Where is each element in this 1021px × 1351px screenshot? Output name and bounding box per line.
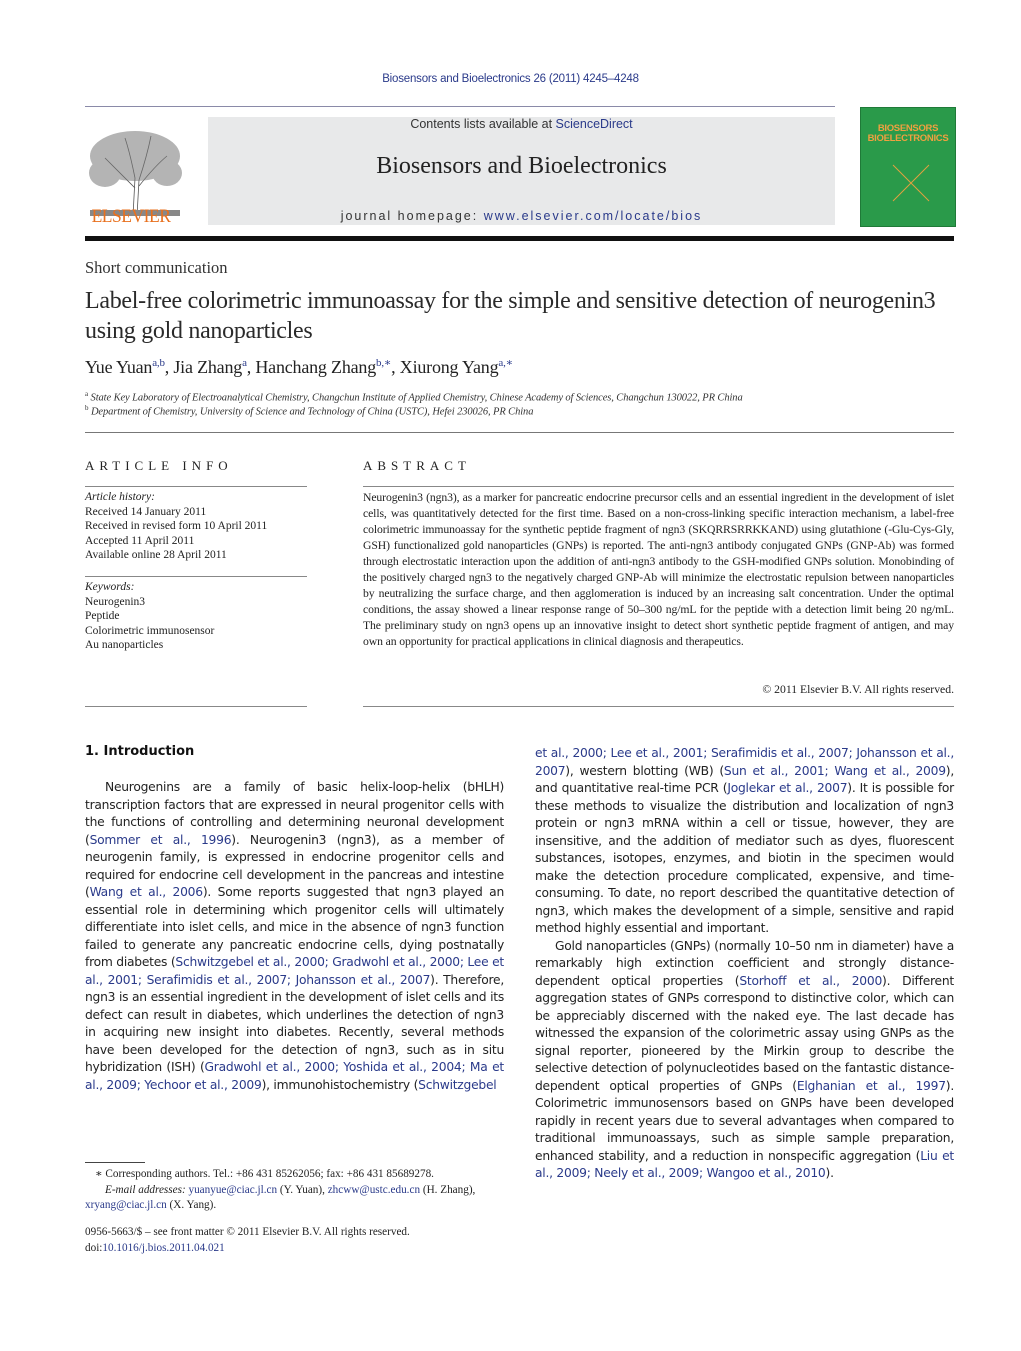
- body-column-left: Neurogenins are a family of basic helix-…: [85, 779, 504, 1094]
- article-history: Article history: Received 14 January 201…: [85, 490, 267, 563]
- elsevier-wordmark[interactable]: ELSEVIER: [85, 206, 177, 228]
- article-type: Short communication: [85, 258, 228, 277]
- author-name[interactable]: Hanchang Zhang: [255, 357, 376, 377]
- intro-paragraph-1: Neurogenins are a family of basic helix-…: [85, 780, 504, 1092]
- abstract-text: Neurogenin3 (ngn3), as a marker for panc…: [363, 491, 954, 648]
- history-item: Received 14 January 2011: [85, 505, 207, 518]
- citation-link[interactable]: Wang et al., 2006: [90, 885, 204, 899]
- issn-doi-block: 0956-5663/$ – see front matter © 2011 El…: [85, 1225, 515, 1256]
- introduction-heading: 1. Introduction: [85, 744, 195, 759]
- keyword-item: Au nanoparticles: [85, 639, 164, 652]
- contents-prefix: Contents lists available at: [410, 117, 556, 131]
- author-name[interactable]: Xiurong Yang: [400, 357, 499, 377]
- keywords: Keywords: Neurogenin3 Peptide Colorimetric…: [85, 580, 214, 653]
- header-divider: [85, 106, 835, 107]
- citation-link[interactable]: Storhoff et al., 2000: [739, 974, 882, 988]
- article-info-bottom-rule: [85, 706, 307, 707]
- author-name[interactable]: Yue Yuan: [85, 357, 152, 377]
- history-item: Accepted 11 April 2011: [85, 534, 195, 547]
- section-divider: [85, 432, 954, 433]
- intro-paragraph-2: Gold nanoparticles (GNPs) (normally 10–5…: [535, 938, 955, 1181]
- author-list: Yue Yuana,b, Jia Zhanga, Hanchang Zhangb…: [85, 356, 513, 378]
- affiliation-mark: a: [85, 390, 89, 398]
- header-thick-rule: [85, 236, 954, 241]
- author-affiliation-mark[interactable]: b,∗: [376, 357, 391, 369]
- keyword-list: Neurogenin3 Peptide Colorimetric immunosen…: [85, 595, 214, 653]
- article-title: Label-free colorimetric immunoassay for …: [85, 288, 936, 344]
- keyword-item: Peptide: [85, 610, 120, 623]
- history-label: Article history:: [85, 491, 155, 503]
- email-owner: (H. Zhang),: [420, 1183, 476, 1196]
- cover-title-line-2: BIOELECTRONICS: [867, 133, 949, 144]
- author-name[interactable]: Jia Zhang: [173, 357, 242, 377]
- keyword-item: Neurogenin3: [85, 595, 146, 608]
- email-owner: (Y. Yuan),: [277, 1183, 328, 1196]
- keyword-item: Colorimetric immunosensor: [85, 624, 215, 637]
- cover-graphic-icon: [892, 164, 930, 202]
- affiliation-text: Department of Chemistry, University of S…: [90, 406, 534, 418]
- email-owner: (X. Yang).: [166, 1199, 217, 1211]
- article-info-heading: ARTICLE INFO: [85, 458, 233, 473]
- intro-paragraph-1-continued: et al., 2000; Lee et al., 2001; Serafimi…: [535, 746, 954, 935]
- affiliation-text: State Key Laboratory of Electroanalytica…: [90, 392, 743, 404]
- homepage-prefix: journal homepage:: [340, 209, 484, 223]
- homepage-link[interactable]: www.elsevier.com/locate/bios: [484, 209, 703, 223]
- doi-line: doi:10.1016/j.bios.2011.04.021: [85, 1241, 515, 1257]
- email-addresses: E-mail addresses: yuanyue@ciac.jl.cn (Y.…: [85, 1183, 515, 1214]
- affiliation-a: a State Key Laboratory of Electroanalyti…: [85, 390, 743, 404]
- footnotes: ∗ Corresponding authors. Tel.: +86 431 8…: [85, 1167, 515, 1214]
- citation-link[interactable]: Schwitzgebel: [418, 1078, 497, 1092]
- doi-prefix: doi:: [85, 1241, 103, 1254]
- abstract-copyright: © 2011 Elsevier B.V. All rights reserved…: [762, 683, 954, 696]
- citation-link[interactable]: Liu et al., 2009; Neely et al., 2009; Wa…: [535, 1149, 954, 1181]
- email-link[interactable]: zhcww@ustc.edu.cn: [328, 1184, 420, 1196]
- doi-link[interactable]: 10.1016/j.bios.2011.04.021: [102, 1242, 224, 1254]
- email-link[interactable]: yuanyue@ciac.jl.cn: [188, 1184, 277, 1196]
- keywords-rule: [85, 576, 307, 577]
- abstract-bottom-rule: [363, 706, 954, 707]
- journal-citation-link[interactable]: Biosensors and Bioelectronics 26 (2011) …: [0, 73, 1021, 85]
- author-affiliation-mark[interactable]: a,b: [152, 357, 165, 369]
- citation-link[interactable]: Elghanian et al., 1997: [797, 1079, 946, 1093]
- sciencedirect-link[interactable]: ScienceDirect: [556, 117, 633, 131]
- corresponding-author-note: ∗ Corresponding authors. Tel.: +86 431 8…: [95, 1168, 434, 1180]
- abstract-heading: ABSTRACT: [363, 458, 471, 473]
- author-affiliation-mark[interactable]: a,∗: [498, 357, 513, 369]
- keywords-label: Keywords:: [85, 581, 135, 593]
- affiliation-mark: b: [85, 404, 89, 412]
- abstract-rule: [363, 486, 954, 487]
- article-info-rule: [85, 486, 307, 487]
- history-item: Received in revised form 10 April 2011: [85, 520, 268, 533]
- citation-link[interactable]: Schwitzgebel et al., 2000; Gradwohl et a…: [85, 955, 504, 987]
- issn-line: 0956-5663/$ – see front matter © 2011 El…: [85, 1226, 410, 1238]
- email-label: E-mail addresses:: [105, 1183, 189, 1196]
- journal-cover-thumbnail[interactable]: BIOSENSORS BIOELECTRONICS: [860, 107, 956, 227]
- affiliation-b: b Department of Chemistry, University of…: [85, 404, 533, 418]
- history-item: Available online 28 April 2011: [85, 549, 227, 562]
- citation-link[interactable]: Joglekar et al., 2007: [727, 781, 847, 795]
- email-link[interactable]: xryang@ciac.jl.cn: [85, 1199, 167, 1211]
- author-separator: ,: [391, 357, 400, 377]
- citation-link[interactable]: Sun et al., 2001; Wang et al., 2009: [724, 764, 946, 778]
- journal-header-box: Contents lists available at ScienceDirec…: [208, 117, 835, 225]
- footnote-rule: [85, 1162, 145, 1163]
- citation-link[interactable]: Sommer et al., 1996: [90, 833, 232, 847]
- journal-title: Biosensors and Bioelectronics: [376, 153, 667, 179]
- body-column-right: et al., 2000; Lee et al., 2001; Serafimi…: [535, 745, 954, 1183]
- history-list: Received 14 January 2011 Received in revi…: [85, 505, 267, 563]
- contents-availability: Contents lists available at ScienceDirec…: [208, 117, 835, 131]
- journal-homepage: journal homepage: www.elsevier.com/locat…: [208, 209, 835, 223]
